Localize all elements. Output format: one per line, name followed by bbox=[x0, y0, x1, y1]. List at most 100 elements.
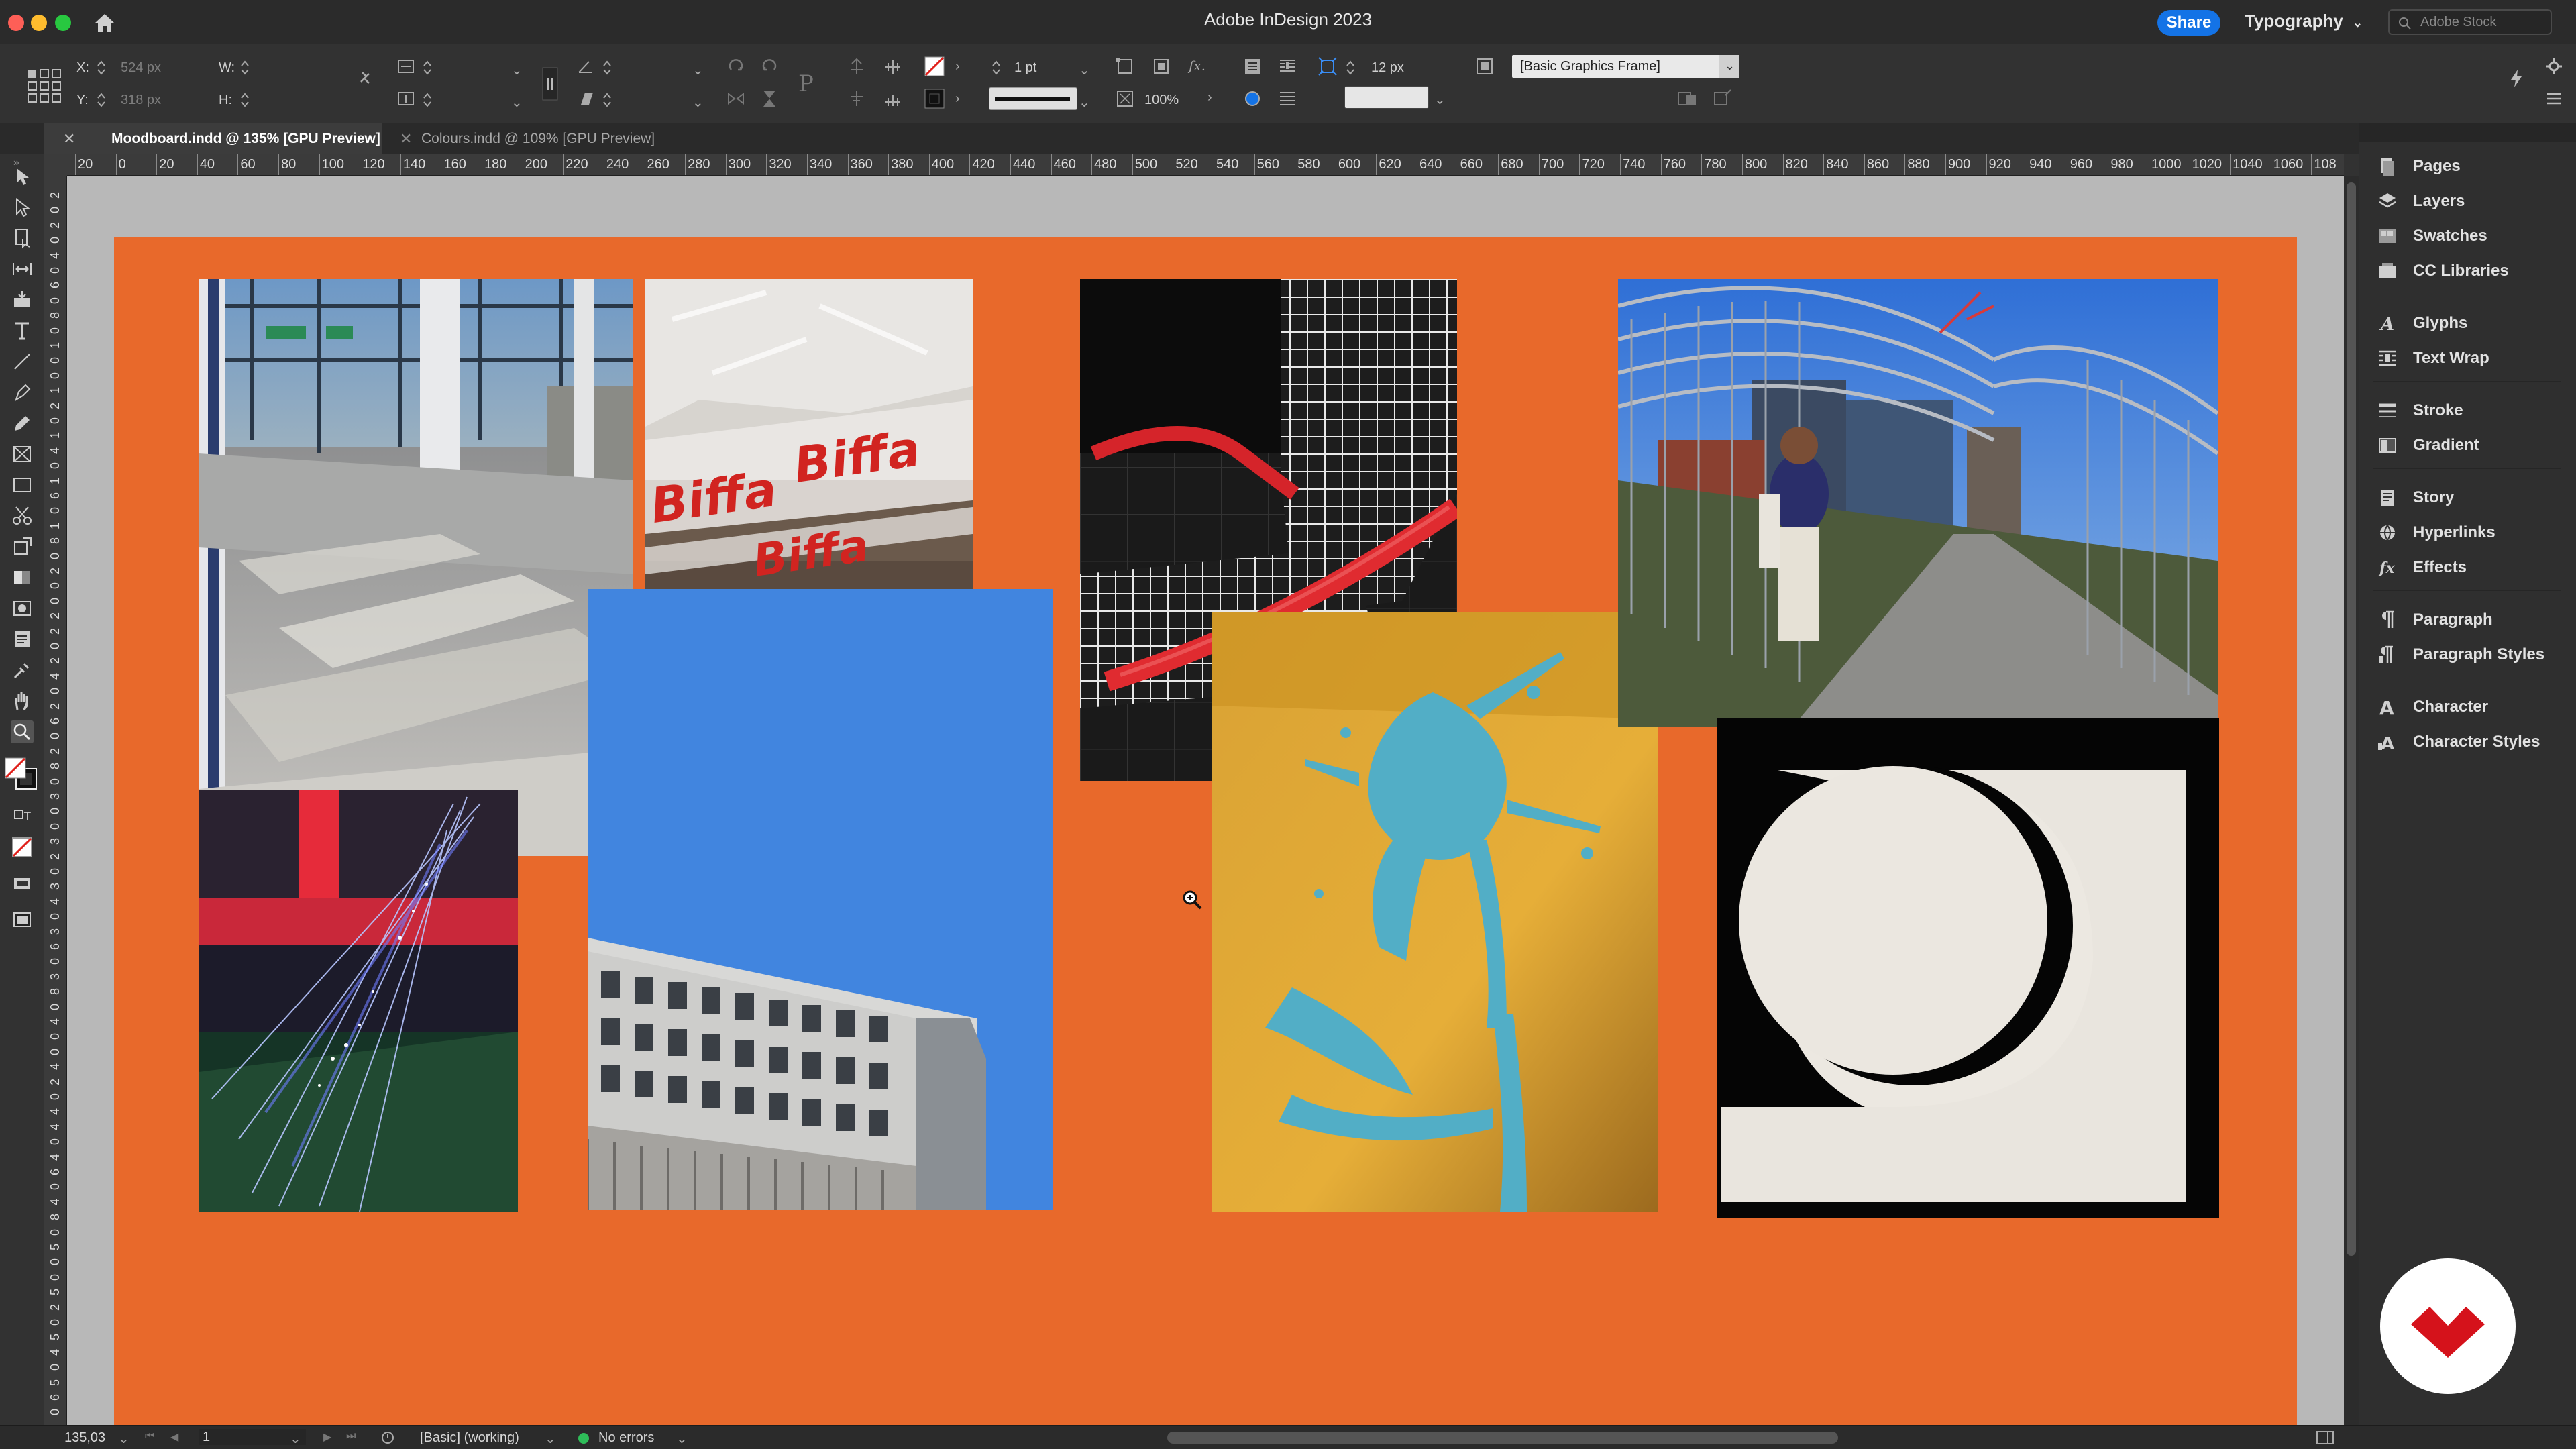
rotate-cw-icon[interactable] bbox=[726, 56, 746, 76]
effects-fx-button[interactable]: fx. bbox=[1189, 58, 1205, 74]
gradient-swatch-tool-icon[interactable] bbox=[11, 566, 34, 589]
quick-actions-icon[interactable] bbox=[2506, 68, 2526, 89]
preflight-icon[interactable] bbox=[380, 1430, 396, 1446]
y-field[interactable]: 318 px bbox=[121, 93, 161, 108]
distribute-icon[interactable] bbox=[883, 89, 903, 109]
scale-x-stepper-icon[interactable] bbox=[423, 58, 432, 78]
scale-y-stepper-icon[interactable] bbox=[423, 90, 432, 110]
stroke-type-dropdown[interactable] bbox=[989, 87, 1077, 110]
chevron-down-icon[interactable]: ⌄ bbox=[1434, 91, 1446, 108]
rotation-stepper-icon[interactable] bbox=[602, 58, 612, 78]
fit-content-icon[interactable] bbox=[1151, 56, 1171, 76]
flip-vertical-icon[interactable] bbox=[759, 89, 780, 109]
rotation-angle-icon[interactable] bbox=[576, 56, 596, 76]
reference-point-icon[interactable] bbox=[25, 67, 63, 105]
split-view-icon[interactable] bbox=[2316, 1430, 2334, 1446]
select-container-icon[interactable] bbox=[847, 56, 867, 76]
apply-none-icon[interactable] bbox=[11, 836, 34, 859]
fill-stroke-swatches-icon[interactable] bbox=[3, 755, 42, 794]
scissors-tool-icon[interactable] bbox=[11, 504, 34, 527]
horizontal-scroll-thumb[interactable] bbox=[1167, 1432, 1838, 1444]
jump-object-icon[interactable] bbox=[1277, 89, 1297, 109]
constrain-proportions-icon[interactable] bbox=[356, 68, 376, 89]
horizontal-ruler[interactable]: 20 0 20 40 60 80 100 120 140 160 180 200 220 240 260 28… bbox=[67, 154, 2344, 176]
pencil-tool-icon[interactable] bbox=[11, 412, 34, 435]
panel-menu-icon[interactable] bbox=[2544, 89, 2564, 109]
page-tool-icon[interactable] bbox=[11, 227, 34, 250]
zoom-tool-icon[interactable] bbox=[11, 720, 34, 743]
previous-page-button[interactable]: ◀ bbox=[170, 1430, 178, 1444]
eyedropper-tool-icon[interactable] bbox=[11, 659, 34, 682]
pasteboard[interactable]: Biffa Biffa Biffa bbox=[67, 176, 2344, 1425]
rectangle-tool-icon[interactable] bbox=[11, 474, 34, 496]
scale-y-icon[interactable] bbox=[396, 89, 416, 109]
photo-paint-splash[interactable] bbox=[1212, 612, 1658, 1212]
selection-tool-icon[interactable] bbox=[11, 165, 34, 188]
shear-stepper-icon[interactable] bbox=[602, 90, 612, 110]
pen-tool-icon[interactable] bbox=[11, 381, 34, 404]
photo-corridor[interactable] bbox=[199, 279, 633, 856]
panel-item-text-wrap[interactable]: Text Wrap bbox=[2377, 345, 2489, 372]
first-page-button[interactable]: ⏮ bbox=[145, 1430, 154, 1442]
panel-item-layers[interactable]: Layers bbox=[2377, 188, 2465, 215]
corner-shape-dropdown[interactable] bbox=[1344, 86, 1429, 109]
adobe-stock-search[interactable]: Adobe Stock bbox=[2388, 9, 2552, 35]
opacity-field[interactable]: 100% bbox=[1144, 93, 1179, 108]
fit-frame-icon[interactable] bbox=[1115, 56, 1135, 76]
tab-moodboard[interactable]: ✕ Moodboard.indd @ 135% [GPU Preview] bbox=[44, 123, 382, 154]
screen-mode-normal-icon[interactable] bbox=[11, 872, 34, 895]
workspace-switcher[interactable]: Typography ⌄ bbox=[2245, 11, 2363, 32]
frame-style-icon[interactable] bbox=[1474, 56, 1495, 76]
x-field[interactable]: 524 px bbox=[121, 60, 161, 76]
chevron-down-icon[interactable]: ⌄ bbox=[1719, 55, 1739, 78]
gap-tool-icon[interactable] bbox=[11, 258, 34, 280]
panel-dock-header[interactable] bbox=[2359, 123, 2576, 142]
line-tool-icon[interactable] bbox=[11, 350, 34, 373]
object-style-dropdown[interactable]: [Basic Graphics Frame] bbox=[1512, 55, 1739, 78]
panel-item-gradient[interactable]: Gradient bbox=[2377, 432, 2479, 459]
chevron-down-icon[interactable]: ⌄ bbox=[1079, 62, 1090, 78]
fill-swatch-icon[interactable] bbox=[924, 56, 945, 76]
select-next-icon[interactable] bbox=[847, 89, 867, 109]
photo-building-sky[interactable] bbox=[588, 589, 1053, 1210]
tab-colours[interactable]: ✕ Colours.indd @ 109% [GPU Preview] bbox=[384, 123, 719, 154]
formatting-affects-icon[interactable]: T bbox=[11, 805, 34, 828]
panel-item-character[interactable]: A Character bbox=[2377, 694, 2488, 720]
panel-item-story[interactable]: Story bbox=[2377, 484, 2454, 511]
panel-item-hyperlinks[interactable]: Hyperlinks bbox=[2377, 519, 2496, 546]
rotate-ccw-icon[interactable] bbox=[759, 56, 780, 76]
fill-chevron-icon[interactable]: › bbox=[955, 59, 960, 74]
gradient-feather-tool-icon[interactable] bbox=[11, 597, 34, 620]
panel-item-effects[interactable]: fx Effects bbox=[2377, 554, 2467, 581]
stroke-weight-field[interactable]: 1 pt bbox=[1014, 60, 1036, 76]
next-page-button[interactable]: ▶ bbox=[323, 1430, 331, 1444]
chevron-down-icon[interactable]: ⌄ bbox=[676, 1430, 688, 1447]
panel-item-character-styles[interactable]: A Character Styles bbox=[2377, 729, 2540, 755]
chevron-down-icon[interactable]: ⌄ bbox=[290, 1430, 301, 1447]
settings-gear-icon[interactable] bbox=[2544, 56, 2564, 76]
stroke-chevron-icon[interactable]: › bbox=[955, 91, 960, 107]
chevron-down-icon[interactable]: ⌄ bbox=[511, 94, 523, 111]
note-tool-icon[interactable] bbox=[11, 628, 34, 651]
chevron-down-icon[interactable]: ⌄ bbox=[511, 62, 523, 78]
shear-angle-icon[interactable] bbox=[576, 89, 596, 109]
panel-item-cc-libraries[interactable]: CC Libraries bbox=[2377, 258, 2509, 284]
flip-horizontal-icon[interactable] bbox=[726, 89, 746, 109]
panel-item-glyphs[interactable]: A Glyphs bbox=[2377, 310, 2467, 337]
opacity-chevron-icon[interactable]: › bbox=[1208, 90, 1212, 105]
clear-overrides-icon[interactable] bbox=[1677, 89, 1701, 109]
vertical-scroll-thumb[interactable] bbox=[2347, 182, 2356, 1256]
panel-item-paragraph[interactable]: Paragraph bbox=[2377, 606, 2493, 633]
share-button[interactable]: Share bbox=[2157, 10, 2220, 36]
screen-mode-icon[interactable] bbox=[11, 908, 34, 931]
photo-bridge-walkway[interactable] bbox=[1618, 279, 2218, 727]
panel-item-paragraph-styles[interactable]: Paragraph Styles bbox=[2377, 641, 2544, 668]
photo-circle-sign[interactable] bbox=[1717, 718, 2219, 1218]
zoom-level-field[interactable]: 135,03 bbox=[64, 1430, 105, 1446]
type-tool-icon[interactable] bbox=[11, 319, 34, 342]
select-content-icon[interactable]: P bbox=[792, 67, 825, 101]
x-stepper-icon[interactable] bbox=[97, 58, 106, 78]
ruler-origin[interactable] bbox=[44, 154, 67, 176]
direct-selection-tool-icon[interactable] bbox=[11, 196, 34, 219]
stroke-swatch-icon[interactable] bbox=[924, 89, 945, 109]
